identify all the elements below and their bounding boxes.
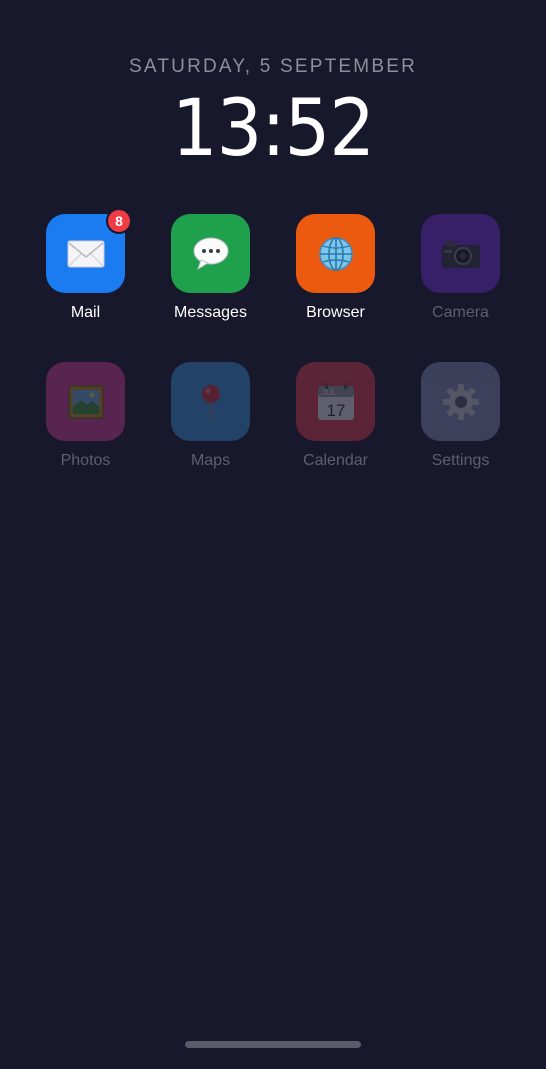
calendar-icon: JUL 17	[317, 382, 355, 421]
home-indicator[interactable]	[185, 1041, 361, 1048]
app-label: Maps	[190, 452, 231, 469]
app-label: Messages	[174, 304, 247, 321]
app-grid: 8 Mail Messages Browser Camera Photos Ma…	[23, 208, 523, 510]
app-label: Browser	[306, 304, 365, 321]
gear-icon	[442, 383, 480, 421]
browser-app-icon[interactable]	[296, 214, 375, 293]
mail-app-icon[interactable]: 8	[46, 208, 132, 293]
globe-icon	[318, 236, 354, 272]
calendar-icon-day: 17	[326, 401, 345, 420]
app-calendar[interactable]: JUL 17 Calendar	[273, 362, 398, 510]
lockscreen-date: SATURDAY, 5 SEPTEMBER	[129, 56, 417, 77]
mail-unread-badge: 8	[106, 208, 132, 234]
messages-app-icon[interactable]	[171, 214, 250, 293]
map-pin-icon	[198, 383, 224, 421]
maps-app-icon[interactable]	[171, 362, 250, 441]
lockscreen-time: 13:52	[171, 84, 375, 174]
app-browser[interactable]: Browser	[273, 214, 398, 362]
photos-app-icon[interactable]	[46, 362, 125, 441]
framed-picture-icon	[67, 384, 104, 419]
app-label: Settings	[431, 452, 490, 469]
camera-icon	[441, 239, 481, 269]
camera-app-icon[interactable]	[421, 214, 500, 293]
app-mail[interactable]: 8 Mail	[23, 208, 148, 362]
app-row: 8 Mail Messages Browser Camera	[23, 208, 523, 362]
app-label: Mail	[70, 304, 101, 321]
settings-app-icon[interactable]	[421, 362, 500, 441]
app-settings[interactable]: Settings	[398, 362, 523, 510]
speech-bubble-icon	[192, 237, 230, 271]
app-label: Photos	[60, 452, 111, 469]
app-messages[interactable]: Messages	[148, 214, 273, 362]
app-maps[interactable]: Maps	[148, 362, 273, 510]
app-label: Calendar	[303, 452, 368, 469]
app-label: Camera	[432, 304, 489, 321]
calendar-icon-month: JUL	[322, 388, 337, 397]
app-photos[interactable]: Photos	[23, 362, 148, 510]
calendar-app-icon[interactable]: JUL 17	[296, 362, 375, 441]
app-row: Photos Maps JUL 17 Calendar Settings	[23, 362, 523, 510]
home-screen: SATURDAY, 5 SEPTEMBER 13:52 8 Mail Messa…	[0, 0, 546, 1069]
app-camera[interactable]: Camera	[398, 214, 523, 362]
mail-icon	[67, 240, 105, 268]
